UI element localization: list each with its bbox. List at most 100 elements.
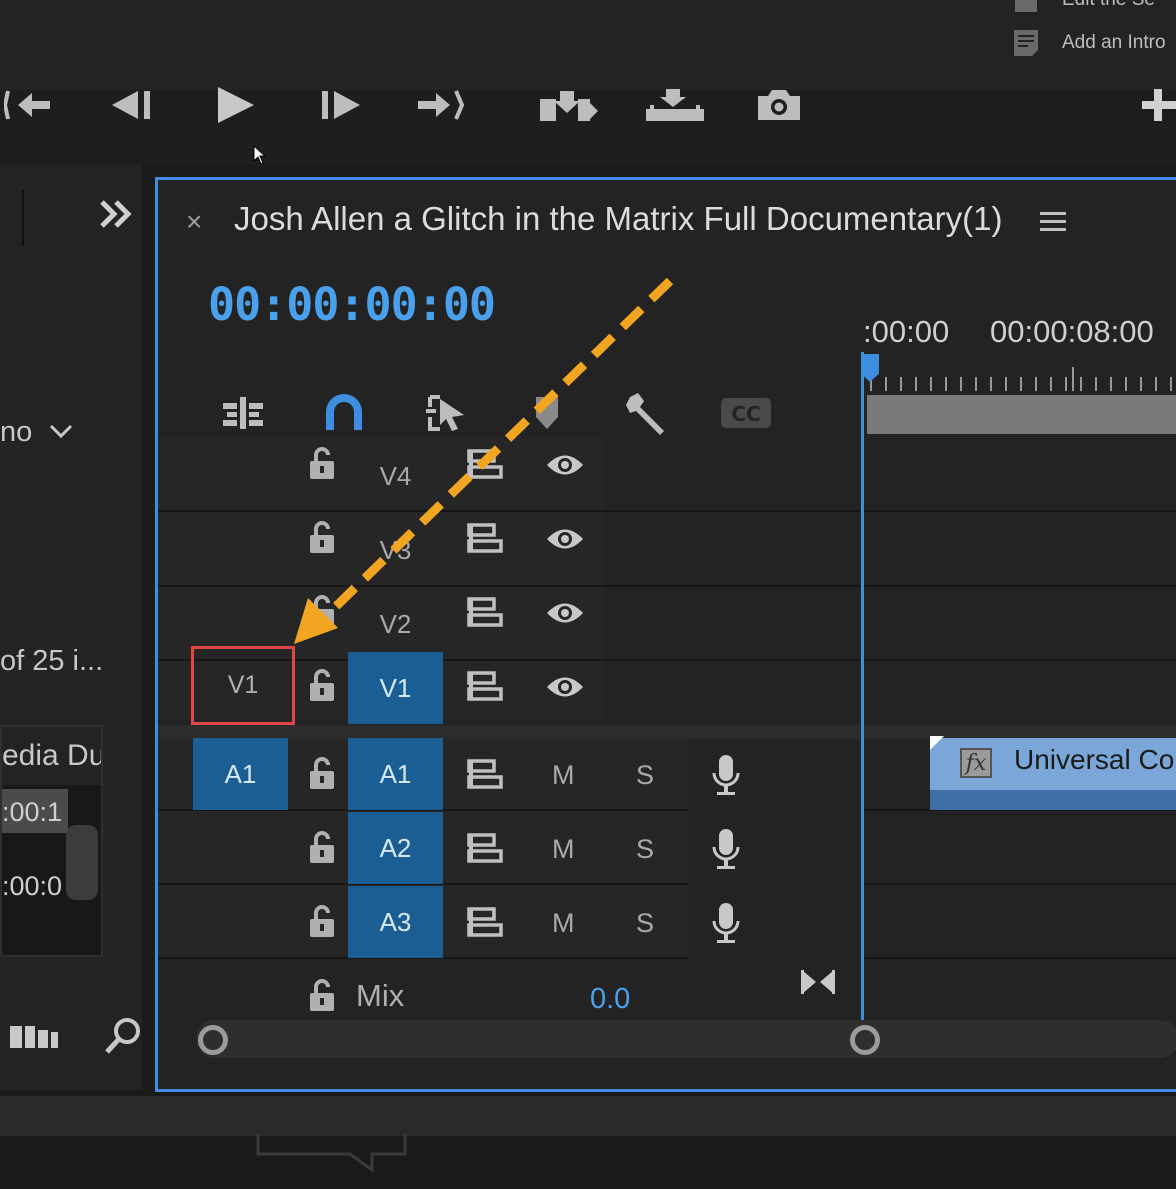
track-lane-a2[interactable] (864, 811, 1176, 885)
mix-volume-value[interactable]: 0.0 (590, 983, 630, 1016)
cc-icon: CC (721, 398, 771, 428)
solo-a1-button[interactable]: S (636, 760, 654, 791)
mute-a1-button[interactable]: M (552, 760, 575, 791)
sync-lock-v3-button[interactable] (464, 520, 506, 556)
insert-button[interactable] (538, 85, 600, 125)
toggle-output-v1-button[interactable] (544, 672, 586, 702)
track-target-a1[interactable]: A1 (348, 738, 443, 810)
source-patch-a1[interactable]: A1 (193, 738, 288, 810)
sync-lock-a2-button[interactable] (464, 830, 506, 866)
go-to-in-button[interactable] (4, 85, 54, 125)
mute-a2-button[interactable]: M (552, 834, 575, 865)
menu-item-edit[interactable]: Edit the Se (1012, 0, 1155, 14)
status-band (0, 1096, 1176, 1136)
source-patch-v1[interactable]: V1 (191, 646, 295, 725)
captions-button[interactable]: CC (720, 388, 772, 438)
sync-lock-a3-button[interactable] (464, 904, 506, 940)
snap-button[interactable] (320, 388, 368, 438)
sequence-title[interactable]: Josh Allen a Glitch in the Matrix Full D… (234, 200, 1002, 238)
list-view-icon (10, 1026, 58, 1048)
wrench-icon (626, 393, 664, 435)
mute-a3-button[interactable]: M (552, 908, 575, 939)
step-back-icon (112, 91, 150, 119)
unlock-icon (310, 979, 334, 1011)
time-ruler[interactable] (863, 367, 1176, 391)
lock-track-v2-button[interactable] (304, 592, 340, 632)
header-timeline-divider[interactable] (861, 352, 864, 1027)
search-button[interactable] (103, 1016, 143, 1061)
lock-track-a3-button[interactable] (304, 902, 340, 942)
track-target-v1[interactable]: V1 (348, 652, 443, 724)
camera-icon (758, 90, 800, 120)
solo-a2-button[interactable]: S (636, 834, 654, 865)
sync-lock-a1-button[interactable] (464, 756, 506, 792)
view-dropdown[interactable]: no (0, 416, 74, 449)
nest-toggle-button[interactable] (218, 388, 268, 438)
magnet-icon (326, 394, 362, 430)
toggle-output-v2-button[interactable] (544, 598, 586, 628)
track-lane-v2[interactable] (864, 587, 1176, 661)
export-frame-button[interactable] (756, 85, 802, 125)
zoom-handle-left[interactable] (198, 1025, 228, 1055)
track-target-v4[interactable]: V4 (348, 440, 443, 512)
lock-track-v4-button[interactable] (304, 444, 340, 484)
record-voiceover-a3-button[interactable] (708, 900, 744, 946)
lock-mix-button[interactable] (304, 976, 340, 1016)
track-lane-v4[interactable] (864, 438, 1176, 512)
record-voiceover-a1-button[interactable] (708, 752, 744, 798)
playhead-timecode[interactable]: 00:00:00:00 (208, 278, 496, 331)
freeform-view-button[interactable] (10, 1022, 60, 1055)
work-area-bar[interactable] (867, 395, 1176, 434)
unlock-icon (310, 757, 334, 789)
sync-lock-v1-button[interactable] (464, 668, 506, 704)
track-lane-v1[interactable] (864, 661, 1176, 725)
step-forward-button[interactable] (318, 85, 364, 125)
go-to-out-button[interactable] (416, 85, 466, 125)
top-menu: Edit the Se Add an Intro (1012, 0, 1176, 90)
lock-track-a2-button[interactable] (304, 828, 340, 868)
video-audio-divider[interactable] (158, 725, 1176, 739)
solo-a3-button[interactable]: S (636, 908, 654, 939)
sync-lock-v4-button[interactable] (464, 446, 506, 482)
column-header-media-duration[interactable]: edia Du (2, 727, 101, 785)
media-row-selected[interactable]: :00:1 (2, 789, 68, 833)
unlock-icon (310, 595, 334, 627)
track-target-a3[interactable]: A3 (348, 886, 443, 958)
add-marker-button[interactable] (526, 388, 568, 438)
toggle-output-v4-button[interactable] (544, 450, 586, 480)
media-row[interactable]: :00:0 (2, 871, 62, 902)
lock-track-v1-button[interactable] (304, 666, 340, 706)
linked-selection-button[interactable] (420, 388, 470, 438)
toggle-output-v3-button[interactable] (544, 524, 586, 554)
linked-selection-icon (426, 395, 464, 431)
track-target-a2[interactable]: A2 (348, 812, 443, 884)
step-back-button[interactable] (108, 85, 154, 125)
zoom-handle-right[interactable] (850, 1025, 880, 1055)
lock-track-a1-button[interactable] (304, 754, 340, 794)
add-button[interactable] (1140, 85, 1176, 125)
view-dropdown-value: no (0, 416, 33, 448)
panel-overflow-button[interactable] (98, 198, 132, 235)
unlock-icon (310, 905, 334, 937)
track-lane-v3[interactable] (864, 512, 1176, 587)
panel-menu-button[interactable] (1040, 210, 1066, 239)
sync-lock-v2-button[interactable] (464, 594, 506, 630)
bowtie-icon (801, 970, 835, 994)
mix-jump-button[interactable] (800, 968, 836, 1001)
close-sequence-button[interactable]: × (186, 206, 202, 238)
overwrite-button[interactable] (644, 85, 706, 125)
record-voiceover-a2-button[interactable] (708, 826, 744, 872)
track-lane-a3[interactable] (864, 885, 1176, 959)
play-button[interactable] (212, 85, 258, 125)
media-scrollbar[interactable] (66, 825, 98, 900)
track-target-v2[interactable]: V2 (348, 588, 443, 660)
track-target-v3[interactable]: V3 (348, 514, 443, 586)
sync-lock-icon (467, 449, 503, 479)
lock-track-v3-button[interactable] (304, 518, 340, 558)
timeline-settings-button[interactable] (622, 388, 672, 438)
sync-lock-icon (467, 907, 503, 937)
menu-item-intro[interactable]: Add an Intro (1012, 28, 1166, 58)
chevron-down-icon (50, 424, 73, 439)
audio-clip[interactable]: fx Universal Cou (930, 738, 1176, 810)
zoom-scrollbar[interactable] (196, 1020, 1176, 1058)
